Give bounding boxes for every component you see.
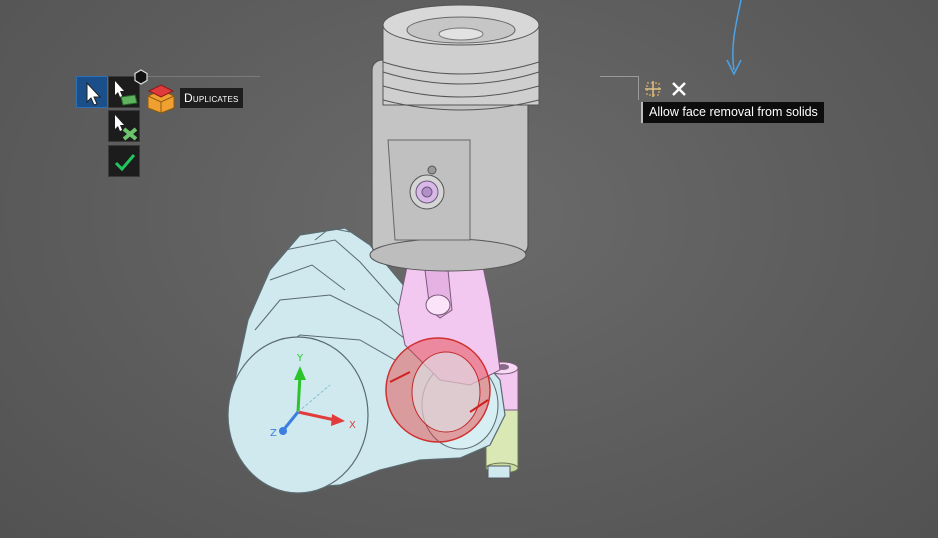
select-remove-icon xyxy=(115,115,138,141)
curve-arrow-annotation xyxy=(726,0,742,76)
duplicates-option-label[interactable]: Duplicates xyxy=(180,88,243,108)
tooltip-leader-line xyxy=(600,76,638,77)
face-removal-toggle-icon[interactable] xyxy=(644,80,662,98)
checkmark-icon xyxy=(114,154,136,172)
highlighted-face-ring[interactable] xyxy=(385,337,491,443)
select-tool-button[interactable] xyxy=(76,76,108,108)
close-icon[interactable] xyxy=(670,80,688,98)
select-arrow-icon xyxy=(86,81,102,106)
duplicates-cube-icon[interactable] xyxy=(144,82,178,114)
tooltip-leader-line-vertical xyxy=(638,76,639,100)
deselect-tool-button[interactable] xyxy=(108,110,140,142)
tooltip: Allow face removal from solids xyxy=(641,102,824,123)
triad-y-label: Y xyxy=(296,353,304,364)
triad-z-label: Z xyxy=(270,428,277,439)
triad-x-label: X xyxy=(349,420,356,431)
tool-leader-line xyxy=(148,76,260,77)
piston[interactable] xyxy=(369,4,540,272)
complete-button[interactable] xyxy=(108,145,140,177)
